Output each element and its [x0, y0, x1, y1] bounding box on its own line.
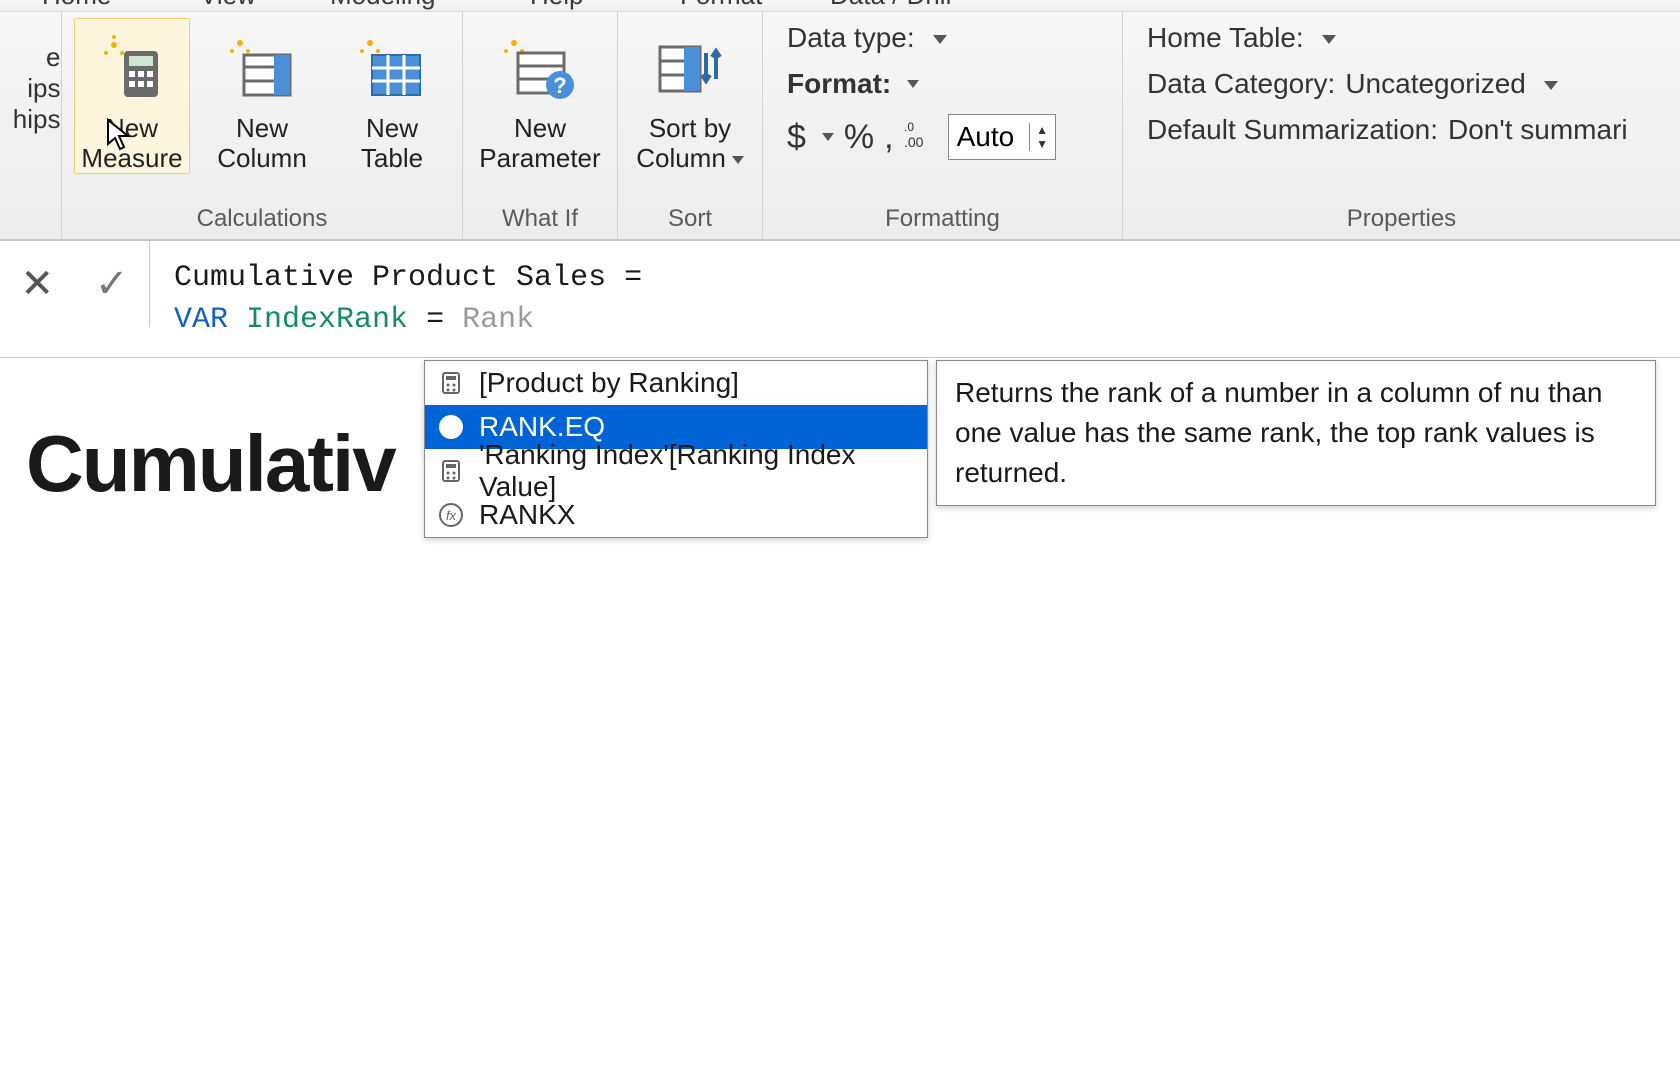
svg-text:.0: .0 — [904, 120, 914, 134]
measure-icon — [437, 457, 465, 485]
trunc-row-1: ips — [1, 73, 61, 104]
group-properties: Home Table: Data Category: Uncategorized… — [1123, 12, 1680, 239]
intellisense-item[interactable]: [Product by Ranking] — [425, 361, 927, 405]
new-measure-button[interactable]: New Measure — [74, 18, 190, 174]
trunc-row-2: hips — [1, 104, 61, 135]
currency-button[interactable]: $ — [787, 118, 806, 157]
intellisense-item-label: RANKX — [479, 499, 575, 531]
formula-cancel-button[interactable]: ✕ — [20, 261, 54, 307]
data-category-value[interactable]: Uncategorized — [1345, 68, 1526, 100]
group-formatting: Data type: Format: $ % , .0.00 ▲▼ Forma — [763, 12, 1123, 239]
svg-text:fx: fx — [446, 508, 457, 523]
data-category-label: Data Category: — [1147, 68, 1335, 100]
left-truncated-group: e ips hips — [1, 12, 61, 165]
currency-caret[interactable] — [822, 133, 834, 141]
new-table-icon — [337, 25, 447, 109]
intellisense-item-label: 'Ranking Index'[Ranking Index Value] — [479, 439, 915, 503]
measure-icon — [437, 369, 465, 397]
tab-strip: Home View Modeling Help Format Data / Dr… — [0, 0, 1680, 12]
trunc-row-0: e — [1, 42, 61, 73]
decimal-places-spinner[interactable]: ▲▼ — [948, 114, 1056, 160]
sort-by-column-label: Sort by Column — [633, 113, 747, 173]
new-parameter-label: New Parameter — [478, 113, 602, 173]
svg-text:.00: .00 — [904, 134, 924, 149]
function-icon: fx — [437, 413, 465, 441]
svg-text:fx: fx — [446, 420, 457, 435]
new-table-button[interactable]: New Table — [334, 18, 450, 174]
new-measure-icon — [77, 25, 187, 109]
sort-by-column-icon — [633, 25, 747, 109]
new-measure-label: New Measure — [77, 113, 187, 173]
data-category-dropdown[interactable] — [1536, 68, 1558, 100]
group-calculations-caption: Calculations — [74, 201, 450, 239]
tab-datadrill[interactable]: Data / Drill — [830, 0, 951, 11]
new-table-label: New Table — [337, 113, 447, 173]
formula-line-1: Cumulative Product Sales = — [174, 257, 1656, 299]
chevron-down-icon — [732, 156, 744, 164]
new-parameter-icon: ? — [478, 25, 602, 109]
intellisense-tooltip: Returns the rank of a number in a column… — [936, 360, 1656, 506]
cursor-icon — [106, 118, 132, 152]
group-whatif-caption: What If — [475, 201, 605, 239]
tab-help[interactable]: Help — [530, 0, 583, 11]
formula-commit-button[interactable]: ✓ — [95, 261, 129, 307]
formula-bar: ✕ ✓ Cumulative Product Sales = VAR Index… — [0, 240, 1680, 358]
tab-format[interactable]: Format — [680, 0, 762, 11]
spinner-up-icon[interactable]: ▲ — [1030, 123, 1055, 137]
decimal-places-input[interactable] — [949, 119, 1029, 155]
intellisense-list[interactable]: [Product by Ranking]fxRANK.EQ'Ranking In… — [424, 360, 928, 538]
summarization-value[interactable]: Don't summari — [1448, 114, 1628, 146]
format-dropdown-caret[interactable] — [907, 80, 919, 88]
intellisense-item-label: [Product by Ranking] — [479, 367, 739, 399]
group-whatif: ? New Parameter What If — [463, 12, 618, 239]
report-canvas: Cumulativ [Product by Ranking]fxRANK.EQ'… — [0, 358, 1680, 1087]
new-parameter-button[interactable]: ? New Parameter — [475, 18, 605, 174]
format-label: Format: — [787, 68, 891, 100]
tab-view[interactable]: View — [200, 0, 256, 11]
formula-line-2: VAR IndexRank = Rank — [174, 299, 1656, 341]
decimal-button[interactable]: .0.00 — [904, 119, 938, 156]
ribbon: e ips hips New Measure — [0, 12, 1680, 240]
intellisense-popup: [Product by Ranking]fxRANK.EQ'Ranking In… — [424, 360, 1656, 538]
intellisense-item[interactable]: 'Ranking Index'[Ranking Index Value] — [425, 449, 927, 493]
home-table-dropdown[interactable] — [1314, 22, 1336, 54]
new-column-button[interactable]: New Column — [204, 18, 320, 174]
visual-title: Cumulativ — [26, 418, 395, 510]
function-icon: fx — [437, 501, 465, 529]
home-table-label: Home Table: — [1147, 22, 1304, 54]
new-column-icon — [207, 25, 317, 109]
spinner-down-icon[interactable]: ▼ — [1030, 137, 1055, 151]
group-properties-caption: Properties — [1135, 201, 1668, 239]
group-sort-caption: Sort — [630, 201, 750, 239]
summarization-label: Default Summarization: — [1147, 114, 1438, 146]
group-sort: Sort by Column Sort — [618, 12, 763, 239]
thousands-button[interactable]: , — [884, 118, 893, 157]
svg-text:?: ? — [553, 73, 566, 98]
group-formatting-caption: Formatting — [775, 201, 1110, 239]
tab-modeling[interactable]: Modeling — [330, 0, 436, 11]
data-type-dropdown[interactable] — [925, 22, 947, 54]
tab-home[interactable]: Home — [42, 0, 111, 11]
formula-editor[interactable]: Cumulative Product Sales = VAR IndexRank… — [150, 241, 1680, 357]
data-type-label: Data type: — [787, 22, 915, 54]
sort-by-column-button[interactable]: Sort by Column — [630, 18, 750, 174]
new-column-label: New Column — [207, 113, 317, 173]
percent-button[interactable]: % — [844, 118, 874, 157]
